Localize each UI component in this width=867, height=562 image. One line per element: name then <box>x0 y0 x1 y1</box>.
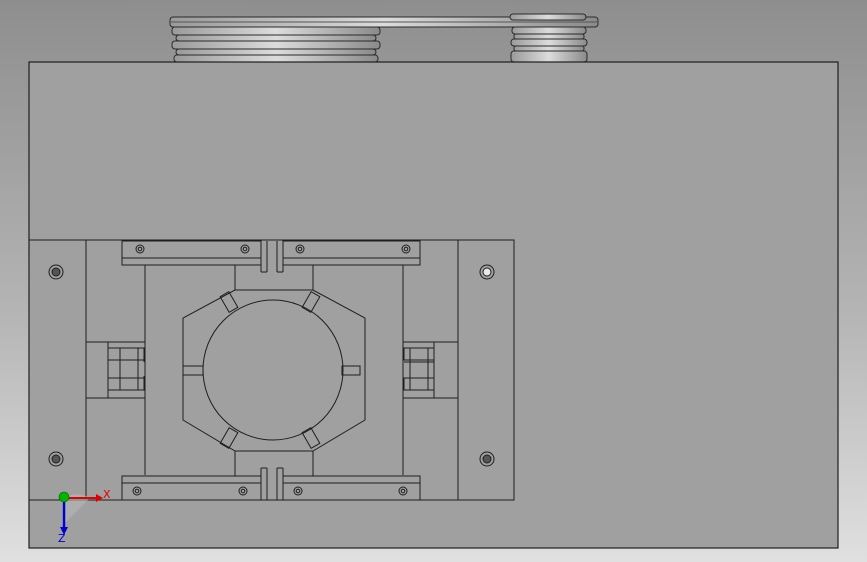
axis-z-label: Z <box>58 532 66 545</box>
axis-x-label: X <box>103 488 111 501</box>
large-pulley <box>171 26 381 63</box>
clamp-bar-bottom-right <box>282 475 421 501</box>
main-housing <box>28 61 839 549</box>
clamp-bar-top-left <box>121 240 262 266</box>
clamp-bar-top-right <box>282 240 421 266</box>
cad-viewport[interactable]: X Z <box>0 0 867 562</box>
model-drawing: X Z <box>28 13 839 549</box>
pulley-assembly <box>169 13 599 63</box>
